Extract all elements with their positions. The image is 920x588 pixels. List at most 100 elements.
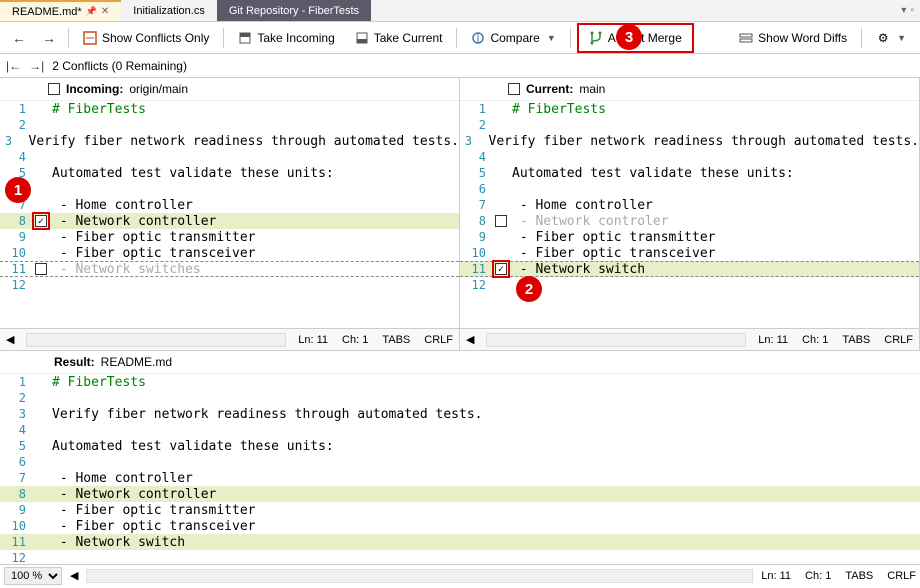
prev-conflict-button[interactable]: |←	[6, 59, 21, 73]
line-indicator: Ln: 11	[298, 334, 328, 346]
code-line[interactable]: 3Verify fiber network readiness through …	[0, 133, 459, 149]
scroll-left-icon[interactable]: ◀	[466, 333, 474, 346]
line-content: # FiberTests	[50, 102, 459, 117]
window-indicator-icon[interactable]: ▫	[910, 5, 914, 16]
code-line[interactable]: 11 - Network switch	[460, 261, 919, 277]
line-number: 7	[0, 471, 32, 485]
code-line[interactable]: 6	[0, 181, 459, 197]
conflict-checkbox[interactable]	[35, 215, 47, 227]
line-content: - Home controller	[510, 198, 919, 213]
tab-label: Initialization.cs	[133, 5, 205, 17]
tab-label: Git Repository - FiberTests	[229, 5, 359, 17]
code-line[interactable]: 5Automated test validate these units:	[0, 165, 459, 181]
forward-button[interactable]: →	[36, 26, 62, 50]
close-icon[interactable]: ✕	[101, 6, 109, 17]
show-word-diffs-button[interactable]: Show Word Diffs	[731, 27, 855, 49]
button-label: Compare	[490, 31, 539, 45]
horizontal-scrollbar[interactable]	[486, 333, 746, 347]
code-line[interactable]: 1# FiberTests	[460, 101, 919, 117]
code-line[interactable]: 11 - Network switch	[0, 534, 920, 550]
tab-initialization[interactable]: Initialization.cs	[121, 0, 217, 21]
code-line[interactable]: 7 - Home controller	[460, 197, 919, 213]
line-content: - Fiber optic transceiver	[510, 246, 919, 261]
settings-button[interactable]: ⚙ ▼	[868, 27, 914, 49]
line-content: - Fiber optic transceiver	[50, 519, 920, 534]
scroll-left-icon[interactable]: ◀	[6, 333, 14, 346]
line-number: 10	[0, 246, 32, 260]
crlf-indicator: CRLF	[884, 334, 913, 346]
horizontal-scrollbar[interactable]	[26, 333, 286, 347]
code-line[interactable]: 11 - Network switches	[0, 261, 459, 277]
show-conflicts-button[interactable]: Show Conflicts Only	[75, 27, 217, 49]
take-incoming-button[interactable]: Take Incoming	[230, 27, 342, 49]
horizontal-scrollbar[interactable]	[86, 569, 753, 583]
line-number: 12	[0, 551, 32, 564]
incoming-code[interactable]: 1# FiberTests23Verify fiber network read…	[0, 101, 459, 328]
code-line[interactable]: 4	[0, 149, 459, 165]
line-number: 12	[460, 278, 492, 292]
code-line[interactable]: 1# FiberTests	[0, 374, 920, 390]
line-content: Verify fiber network readiness through a…	[487, 134, 919, 149]
button-label: Show Conflicts Only	[102, 31, 209, 45]
pane-branch: origin/main	[129, 82, 188, 96]
code-line[interactable]: 7 - Home controller	[0, 470, 920, 486]
code-line[interactable]: 4	[0, 422, 920, 438]
char-indicator: Ch: 1	[342, 334, 368, 346]
conflict-checkbox[interactable]	[495, 263, 507, 275]
code-line[interactable]: 3Verify fiber network readiness through …	[0, 406, 920, 422]
code-line[interactable]: 10 - Fiber optic transceiver	[460, 245, 919, 261]
zoom-select[interactable]: 100 %	[4, 567, 62, 585]
code-line[interactable]: 4	[460, 149, 919, 165]
code-line[interactable]: 8 - Network controler	[460, 213, 919, 229]
conflict-count-label: 2 Conflicts (0 Remaining)	[52, 59, 187, 73]
line-number: 12	[0, 278, 32, 292]
code-line[interactable]: 9 - Fiber optic transmitter	[0, 502, 920, 518]
result-section: Result: README.md 1# FiberTests23Verify …	[0, 350, 920, 564]
code-line[interactable]: 5Automated test validate these units:	[0, 438, 920, 454]
code-line[interactable]: 8 - Network controller	[0, 213, 459, 229]
code-line[interactable]: 1# FiberTests	[0, 101, 459, 117]
line-number: 6	[460, 182, 492, 196]
tab-bar-overflow: ▾ ▫	[901, 0, 920, 21]
code-line[interactable]: 2	[460, 117, 919, 133]
back-button[interactable]: ←	[6, 26, 32, 50]
tab-readme[interactable]: README.md* 📌 ✕	[0, 0, 121, 21]
code-line[interactable]: 10 - Fiber optic transceiver	[0, 518, 920, 534]
code-line[interactable]: 8 - Network controller	[0, 486, 920, 502]
tab-git-repo[interactable]: Git Repository - FiberTests	[217, 0, 371, 21]
line-content: Verify fiber network readiness through a…	[27, 134, 459, 149]
conflict-checkbox[interactable]	[35, 263, 47, 275]
code-line[interactable]: 5Automated test validate these units:	[460, 165, 919, 181]
pane-icon	[48, 83, 60, 95]
code-line[interactable]: 9 - Fiber optic transmitter	[0, 229, 459, 245]
line-content: - Fiber optic transmitter	[510, 230, 919, 245]
line-number: 1	[460, 102, 492, 116]
crlf-indicator: CRLF	[424, 334, 453, 346]
code-line[interactable]: 12	[0, 277, 459, 293]
chevron-down-icon[interactable]: ▾	[901, 5, 906, 16]
code-line[interactable]: 6	[460, 181, 919, 197]
conflicts-icon	[83, 31, 97, 45]
conflict-checkbox[interactable]	[495, 215, 507, 227]
incoming-status: ◀ Ln: 11 Ch: 1 TABS CRLF	[0, 328, 460, 350]
take-current-button[interactable]: Take Current	[347, 27, 451, 49]
code-line[interactable]: 6	[0, 454, 920, 470]
line-gutter	[492, 260, 510, 278]
current-header: Current: main	[460, 78, 919, 101]
code-line[interactable]: 2	[0, 390, 920, 406]
compare-button[interactable]: Compare ▼	[463, 27, 563, 49]
code-line[interactable]: 7 - Home controller	[0, 197, 459, 213]
scroll-left-icon[interactable]: ◀	[70, 569, 78, 582]
code-line[interactable]: 10 - Fiber optic transceiver	[0, 245, 459, 261]
code-line[interactable]: 3Verify fiber network readiness through …	[460, 133, 919, 149]
line-content: - Network switches	[50, 262, 459, 277]
code-line[interactable]: 9 - Fiber optic transmitter	[460, 229, 919, 245]
line-number: 6	[0, 455, 32, 469]
compare-icon	[471, 31, 485, 45]
code-line[interactable]: 2	[0, 117, 459, 133]
result-code[interactable]: 1# FiberTests23Verify fiber network read…	[0, 374, 920, 564]
next-conflict-button[interactable]: →|	[29, 59, 44, 73]
code-line[interactable]: 12	[0, 550, 920, 564]
pin-icon[interactable]: 📌	[86, 6, 97, 17]
line-gutter	[32, 212, 50, 230]
